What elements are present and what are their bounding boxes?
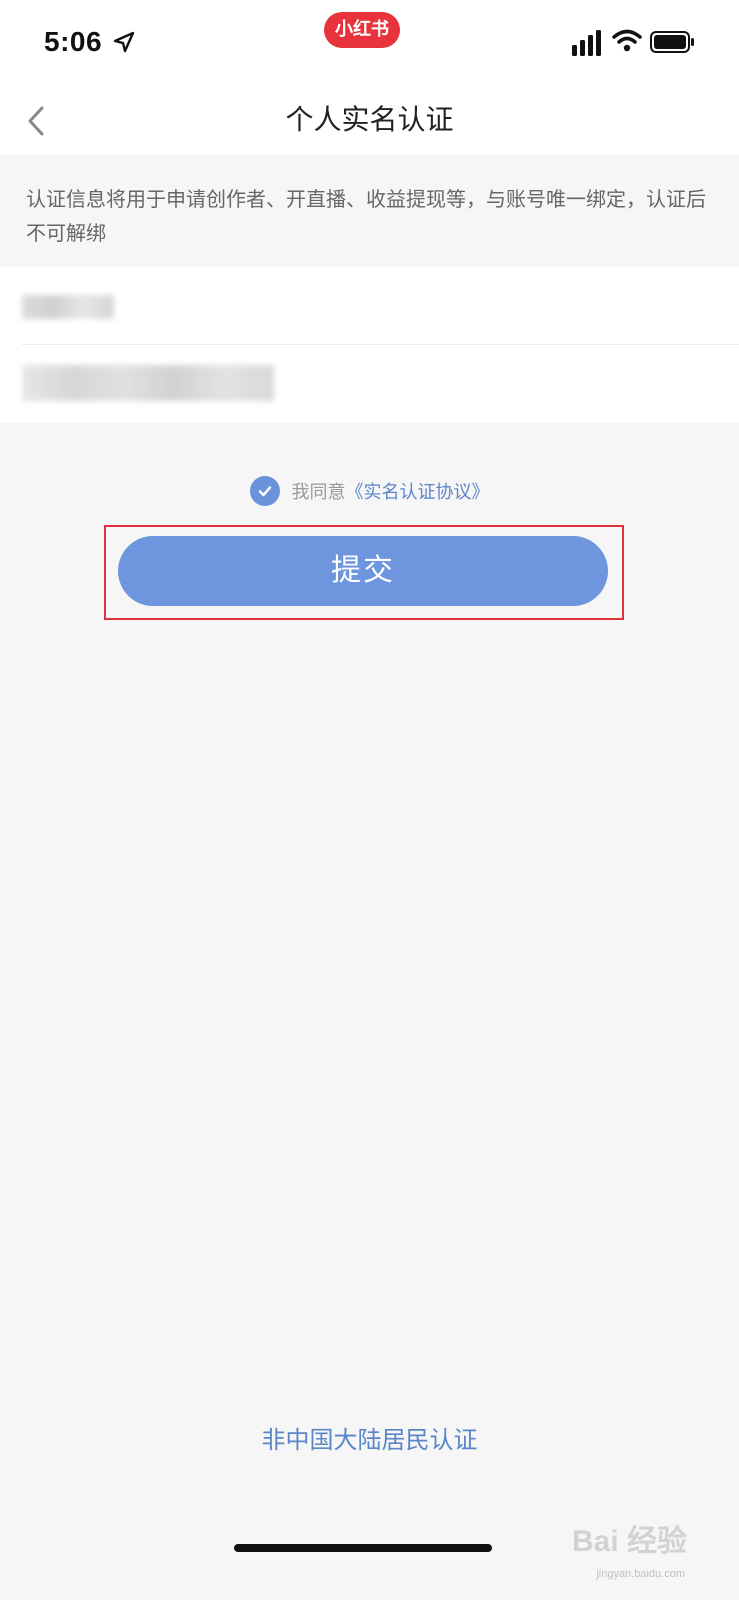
status-time: 5:06 xyxy=(44,26,103,57)
non-mainland-resident-link[interactable]: 非中国大陆居民认证 xyxy=(0,1420,739,1455)
form-card xyxy=(0,267,739,423)
watermark-url: jingyan.baidu.com xyxy=(596,1568,685,1580)
checkmark-icon[interactable] xyxy=(249,476,280,506)
wifi-icon xyxy=(612,29,642,52)
agreement-row: 我同意 《实名认证协议》 xyxy=(0,476,739,506)
submit-button[interactable]: 提交 xyxy=(118,536,608,606)
agreement-link[interactable]: 《实名认证协议》 xyxy=(346,478,490,504)
home-indicator[interactable] xyxy=(234,1544,492,1552)
redacted-id-number xyxy=(22,365,274,401)
cellular-signal-icon xyxy=(572,30,601,56)
agreement-prefix: 我同意 xyxy=(291,482,346,503)
notice-text: 认证信息将用于申请创作者、开直播、收益提现等，与账号唯一绑定，认证后不可解绑 xyxy=(0,154,739,267)
location-arrow-icon xyxy=(113,31,135,53)
name-field[interactable] xyxy=(22,267,739,345)
nav-bar: 个人实名认证 xyxy=(0,88,739,154)
app-badge: 小红书 xyxy=(324,12,400,48)
redacted-name xyxy=(22,295,114,319)
battery-icon xyxy=(650,31,694,53)
watermark-logo: Bai 经验 xyxy=(571,1525,687,1558)
id-number-field[interactable] xyxy=(22,345,739,423)
status-bar: 5:06 小红书 xyxy=(0,0,739,88)
page-title: 个人实名认证 xyxy=(285,103,454,136)
